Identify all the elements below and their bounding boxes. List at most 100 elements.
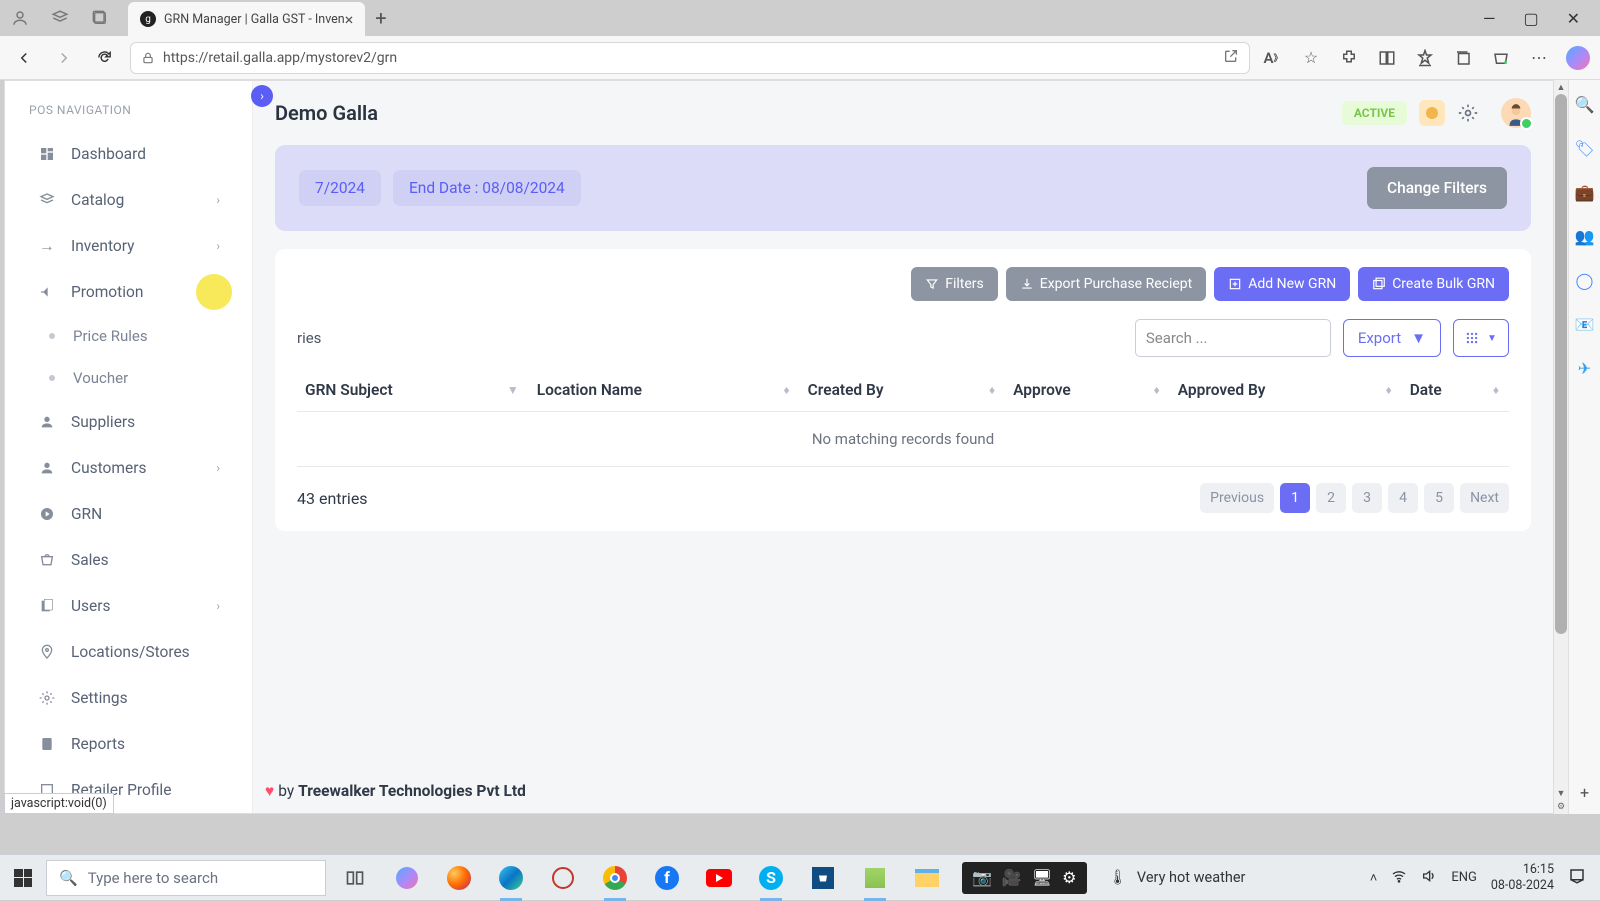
search-input[interactable]: Search ... — [1135, 319, 1331, 357]
clock[interactable]: 16:15 08-08-2024 — [1491, 862, 1554, 893]
volume-icon[interactable] — [1421, 868, 1437, 888]
col-location[interactable]: Location Name♦ — [529, 369, 800, 412]
add-new-grn-button[interactable]: Add New GRN — [1214, 267, 1350, 301]
weather-widget[interactable]: 🌡 Very hot weather — [1109, 869, 1246, 886]
office-icon[interactable]: ◯ — [1575, 270, 1595, 290]
scroll-up-icon[interactable]: ▲ — [1554, 80, 1568, 94]
pager-1[interactable]: 1 — [1280, 483, 1310, 513]
gear-icon[interactable]: ⚙ — [1062, 868, 1076, 887]
minimize-icon[interactable]: — — [1483, 9, 1496, 28]
sidebar-item-settings[interactable]: Settings — [17, 675, 240, 721]
vertical-scrollbar[interactable]: ▲ ▼ ⚙ — [1554, 80, 1568, 814]
task-view-icon[interactable] — [340, 863, 370, 893]
edge-icon[interactable] — [496, 863, 526, 893]
gear-icon[interactable] — [1457, 102, 1479, 124]
close-icon[interactable]: × — [345, 10, 354, 29]
more-icon[interactable]: ⋯ — [1528, 47, 1550, 69]
pager-4[interactable]: 4 — [1388, 483, 1418, 513]
skype-icon[interactable]: S — [756, 863, 786, 893]
extensions-icon[interactable] — [1338, 47, 1360, 69]
settings-cog-icon[interactable]: ⚙ — [1554, 800, 1568, 814]
sidebar-sub-voucher[interactable]: Voucher — [5, 357, 252, 399]
copilot-taskbar-icon[interactable] — [392, 863, 422, 893]
shopping-icon[interactable] — [1490, 47, 1512, 69]
open-external-icon[interactable] — [1223, 48, 1239, 68]
search-icon[interactable]: 🔍 — [1575, 94, 1595, 114]
text-size-icon[interactable]: A》 — [1262, 47, 1284, 69]
outlook-icon[interactable]: 📧 — [1575, 314, 1595, 334]
app-icon-green[interactable] — [860, 863, 890, 893]
create-bulk-grn-button[interactable]: Create Bulk GRN — [1358, 267, 1509, 301]
col-approved-by[interactable]: Approved By♦ — [1170, 369, 1402, 412]
sidebar-item-customers[interactable]: Customers› — [17, 445, 240, 491]
pager-2[interactable]: 2 — [1316, 483, 1346, 513]
explorer-icon[interactable] — [912, 863, 942, 893]
firefox-icon[interactable] — [444, 863, 474, 893]
scrollbar-thumb[interactable] — [1555, 94, 1567, 634]
tag-icon[interactable]: 🏷 — [1575, 138, 1595, 158]
col-subject[interactable]: GRN Subject▼ — [297, 369, 529, 412]
sidebar-item-catalog[interactable]: Catalog› — [17, 177, 240, 223]
notification-badge[interactable] — [1419, 100, 1445, 126]
close-window-icon[interactable]: ✕ — [1567, 9, 1580, 28]
collections-icon[interactable] — [1452, 47, 1474, 69]
scroll-down-icon[interactable]: ▼ — [1554, 786, 1568, 800]
export-button[interactable]: Export▼ — [1343, 319, 1441, 357]
recording-controls[interactable]: 📷 🎥 🖥 ⚙ — [962, 862, 1087, 894]
notifications-icon[interactable] — [1568, 867, 1586, 889]
profile-icon[interactable] — [8, 6, 32, 30]
change-filters-button[interactable]: Change Filters — [1367, 167, 1507, 209]
sidebar-item-users[interactable]: Users› — [17, 583, 240, 629]
pager-3[interactable]: 3 — [1352, 483, 1382, 513]
avatar[interactable] — [1501, 98, 1531, 128]
youtube-icon[interactable] — [704, 863, 734, 893]
copilot-icon[interactable] — [1566, 46, 1590, 70]
sidebar-item-grn[interactable]: GRN — [17, 491, 240, 537]
store-icon[interactable] — [808, 863, 838, 893]
new-tab-button[interactable]: + — [375, 6, 386, 30]
workspaces-icon[interactable] — [48, 6, 72, 30]
browser-tab[interactable]: g GRN Manager | Galla GST - Inven × — [128, 2, 365, 36]
chrome-icon[interactable] — [600, 863, 630, 893]
camera-icon[interactable]: 📷 — [972, 868, 992, 887]
send-icon[interactable]: ✈ — [1575, 358, 1595, 378]
col-created[interactable]: Created By♦ — [800, 369, 1005, 412]
facebook-icon[interactable]: f — [652, 863, 682, 893]
people-icon[interactable]: 👥 — [1575, 226, 1595, 246]
language-indicator[interactable]: ENG — [1451, 870, 1477, 885]
taskbar-search[interactable]: 🔍Type here to search — [46, 860, 326, 896]
record-icon[interactable] — [548, 863, 578, 893]
tray-overflow-icon[interactable]: ˄ — [1370, 870, 1378, 886]
screen-icon[interactable]: 🖥 — [1032, 868, 1052, 887]
pager-prev[interactable]: Previous — [1200, 483, 1274, 513]
sidebar-item-suppliers[interactable]: Suppliers — [17, 399, 240, 445]
reload-button[interactable] — [90, 44, 118, 72]
back-button[interactable] — [10, 44, 38, 72]
briefcase-icon[interactable]: 💼 — [1575, 182, 1595, 202]
tab-actions-icon[interactable] — [88, 6, 112, 30]
split-screen-icon[interactable] — [1376, 47, 1398, 69]
favorites-bar-icon[interactable] — [1414, 47, 1436, 69]
filters-button[interactable]: Filters — [911, 267, 998, 301]
start-button[interactable] — [0, 855, 46, 901]
columns-button[interactable]: ▼ — [1453, 319, 1509, 357]
sidebar-item-sales[interactable]: Sales — [17, 537, 240, 583]
favorite-icon[interactable]: ☆ — [1300, 47, 1322, 69]
url-input[interactable]: https://retail.galla.app/mystorev2/grn — [130, 42, 1250, 74]
add-panel-icon[interactable]: + — [1575, 782, 1595, 802]
sidebar-item-promotion[interactable]: Promotion — [17, 269, 240, 315]
sidebar-item-dashboard[interactable]: Dashboard — [17, 131, 240, 177]
col-date[interactable]: Date♦ — [1402, 369, 1509, 412]
pager-next[interactable]: Next — [1460, 483, 1509, 513]
sidebar-item-inventory[interactable]: →Inventory› — [17, 223, 240, 269]
video-icon[interactable]: 🎥 — [1002, 868, 1022, 887]
sidebar-item-locations[interactable]: Locations/Stores — [17, 629, 240, 675]
pager-5[interactable]: 5 — [1424, 483, 1454, 513]
export-purchase-receipt-button[interactable]: Export Purchase Reciept — [1006, 267, 1206, 301]
maximize-icon[interactable]: ▢ — [1523, 9, 1538, 28]
sidebar-sub-price-rules[interactable]: Price Rules — [5, 315, 252, 357]
wifi-icon[interactable] — [1391, 868, 1407, 888]
col-approve[interactable]: Approve♦ — [1005, 369, 1170, 412]
sidebar-item-reports[interactable]: Reports — [17, 721, 240, 767]
sidebar-collapse-button[interactable]: › — [251, 85, 273, 107]
